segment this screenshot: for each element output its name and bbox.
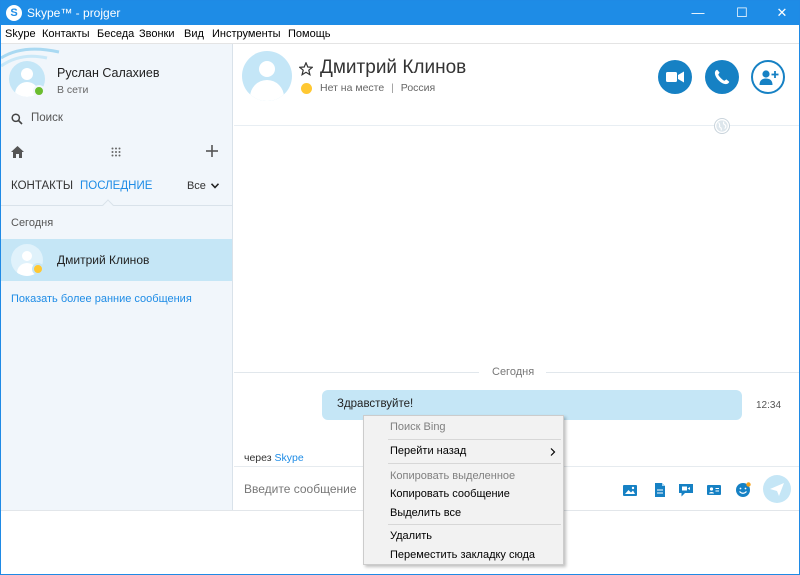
presence-text: Нет на месте <box>320 82 385 94</box>
status-separator: | <box>391 82 394 94</box>
via-skype-link[interactable]: Skype <box>275 452 304 464</box>
sidebar-toolbar <box>1 144 233 162</box>
title-bar: S Skype™ - projger — ☐ ✕ <box>1 1 799 25</box>
send-arrow-icon <box>770 483 784 496</box>
search-input[interactable]: Поиск <box>11 111 211 127</box>
menu-item-copy-message[interactable]: Копировать сообщение <box>390 488 510 500</box>
search-icon <box>11 113 23 125</box>
video-call-button[interactable] <box>658 60 692 94</box>
dialpad-icon[interactable] <box>111 147 121 157</box>
menu-item-select-all[interactable]: Выделить все <box>390 507 461 519</box>
menu-item-go-back[interactable]: Перейти назад <box>390 445 466 457</box>
video-camera-icon <box>666 71 684 83</box>
send-file-icon[interactable] <box>652 482 668 498</box>
message-timestamp: 12:34 <box>756 400 782 411</box>
menu-separator <box>388 439 561 440</box>
online-status-icon <box>33 85 45 97</box>
send-button[interactable] <box>763 475 791 503</box>
filter-label: Все <box>186 180 206 192</box>
section-header-today: Сегодня <box>11 217 54 229</box>
menu-view[interactable]: Вид <box>184 28 204 40</box>
menu-skype[interactable]: Skype <box>5 28 36 40</box>
message-text: Здравствуйте! <box>337 398 414 410</box>
minimize-button[interactable]: — <box>681 1 715 25</box>
recent-contact-item[interactable]: Дмитрий Клинов <box>1 239 232 281</box>
home-icon[interactable] <box>11 146 24 158</box>
menu-item-copy-selection[interactable]: Копировать выделенное <box>390 470 515 482</box>
menu-calls[interactable]: Звонки <box>139 28 175 40</box>
contact-name: Дмитрий Клинов <box>57 253 150 267</box>
sidebar-tabs: КОНТАКТЫ ПОСЛЕДНИЕ Все <box>1 180 233 200</box>
menu-item-move-bookmark[interactable]: Переместить закладку сюда <box>390 549 535 561</box>
date-divider-line <box>546 372 799 373</box>
menu-separator <box>388 524 561 525</box>
menu-bar: Skype Контакты Беседа Звонки Вид Инструм… <box>1 25 799 44</box>
window-title: Skype™ - projger <box>27 6 121 20</box>
close-button[interactable]: ✕ <box>765 1 799 25</box>
via-indicator: через Skype <box>244 452 304 464</box>
menu-contacts[interactable]: Контакты <box>42 28 90 40</box>
chat-contact-avatar[interactable] <box>242 51 292 101</box>
chat-contact-name[interactable]: Дмитрий Клинов <box>320 57 466 79</box>
audio-call-button[interactable] <box>705 60 739 94</box>
menu-tools[interactable]: Инструменты <box>212 28 281 40</box>
add-person-icon <box>759 70 779 85</box>
chevron-down-icon <box>210 183 220 189</box>
add-icon[interactable] <box>206 145 218 157</box>
via-prefix: через <box>244 452 272 464</box>
search-placeholder: Поиск <box>31 112 63 124</box>
chat-contact-status: Нет на месте | Россия <box>320 82 435 94</box>
active-tab-indicator <box>102 199 114 211</box>
video-message-icon[interactable] <box>678 482 694 498</box>
maximize-button[interactable]: ☐ <box>725 1 759 25</box>
phone-icon <box>714 69 730 85</box>
tab-divider <box>1 205 233 206</box>
context-menu: Поиск Bing Перейти назад Копировать выде… <box>363 415 564 565</box>
away-status-icon <box>32 263 44 275</box>
add-participant-button[interactable] <box>751 60 785 94</box>
show-earlier-messages-link[interactable]: Показать более ранние сообщения <box>11 293 192 305</box>
send-contact-icon[interactable] <box>706 482 722 498</box>
message-input[interactable]: Введите сообщение <box>244 482 357 496</box>
globe-icon <box>714 118 730 134</box>
user-name[interactable]: Руслан Салахиев <box>57 66 160 80</box>
tab-contacts[interactable]: КОНТАКТЫ <box>11 180 73 192</box>
menu-item-bing-search[interactable]: Поиск Bing <box>390 421 446 433</box>
favorite-star-icon[interactable] <box>299 62 313 76</box>
skype-window: S Skype™ - projger — ☐ ✕ Skype Контакты … <box>0 0 800 575</box>
send-image-icon[interactable] <box>622 482 638 498</box>
user-status[interactable]: В сети <box>57 84 88 96</box>
away-status-icon <box>301 83 312 94</box>
sidebar: Руслан Салахиев В сети Поиск КОНТАКТЫ ПО… <box>1 44 233 510</box>
menu-item-delete[interactable]: Удалить <box>390 530 432 542</box>
tab-recent[interactable]: ПОСЛЕДНИЕ <box>80 180 152 192</box>
date-divider-label: Сегодня <box>492 366 535 378</box>
submenu-arrow-icon <box>550 448 556 456</box>
location-text: Россия <box>400 82 436 94</box>
menu-conversation[interactable]: Беседа <box>97 28 134 40</box>
menu-separator <box>388 463 561 464</box>
filter-dropdown[interactable]: Все <box>186 180 220 192</box>
emoticon-icon[interactable] <box>735 482 751 498</box>
menu-help[interactable]: Помощь <box>288 28 331 40</box>
date-divider-line <box>234 372 479 373</box>
skype-logo-icon: S <box>6 5 22 21</box>
